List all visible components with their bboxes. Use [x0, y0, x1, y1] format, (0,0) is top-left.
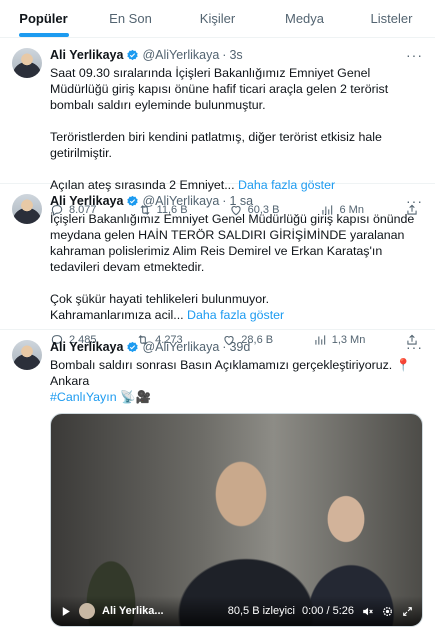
tweet-text-body: Saat 09.30 sıralarında İçişleri Bakanlığ…: [50, 66, 389, 192]
avatar[interactable]: [12, 194, 42, 224]
more-options-icon[interactable]: ···: [406, 193, 423, 209]
tab-popular[interactable]: Popüler: [0, 0, 87, 37]
author-handle[interactable]: @AliYerlikaya: [142, 340, 219, 354]
video-time: 0:00 / 5:26: [302, 605, 354, 617]
tweet[interactable]: Ali Yerlikaya @AliYerlikaya · 3s ··· Saa…: [0, 38, 435, 216]
author-handle[interactable]: @AliYerlikaya: [142, 48, 219, 62]
separator-dot: ·: [222, 194, 227, 208]
video-controls: Ali Yerlika... 80,5 B izleyici 0:00 / 5:…: [51, 596, 422, 626]
author-handle[interactable]: @AliYerlikaya: [142, 194, 219, 208]
avatar[interactable]: [12, 48, 42, 78]
verified-badge-icon: [126, 341, 139, 354]
author-name[interactable]: Ali Yerlikaya: [50, 340, 123, 354]
timestamp[interactable]: 3s: [229, 48, 242, 62]
video-author-name[interactable]: Ali Yerlika...: [102, 605, 164, 617]
tweet-text: İçişleri Bakanlığımız Emniyet Genel Müdü…: [50, 211, 423, 323]
settings-gear-icon[interactable]: [381, 605, 394, 618]
tab-label: Listeler: [370, 11, 413, 26]
tab-label: Medya: [284, 11, 325, 26]
tweet-text-body: İçişleri Bakanlığımız Emniyet Genel Müdü…: [50, 212, 415, 322]
author-name[interactable]: Ali Yerlikaya: [50, 194, 123, 208]
tweet-text: Bombalı saldırı sonrası Basın Açıklamamı…: [50, 357, 423, 405]
tweet-text: Saat 09.30 sıralarında İçişleri Bakanlığ…: [50, 65, 423, 193]
tab-latest[interactable]: En Son: [87, 0, 174, 37]
video-viewer-count: 80,5 B izleyici: [227, 605, 295, 617]
timestamp[interactable]: 39d: [229, 340, 250, 354]
show-more-link[interactable]: Daha fazla göster: [187, 308, 284, 322]
video-player[interactable]: Ali Yerlika... 80,5 B izleyici 0:00 / 5:…: [50, 413, 423, 627]
verified-badge-icon: [126, 195, 139, 208]
separator-dot: ·: [222, 340, 227, 354]
tab-label: Kişiler: [199, 11, 236, 26]
emoji-text: 📡🎥: [116, 390, 151, 404]
tweet[interactable]: Ali Yerlikaya @AliYerlikaya · 39d ··· Bo…: [0, 330, 435, 644]
separator-dot: ·: [222, 48, 227, 62]
tab-label: Popüler: [19, 11, 68, 26]
tweet-text-body: Bombalı saldırı sonrası Basın Açıklamamı…: [50, 358, 412, 388]
expand-icon[interactable]: [401, 605, 414, 618]
more-options-icon[interactable]: ···: [406, 47, 423, 63]
tab-label: En Son: [109, 11, 152, 26]
timestamp[interactable]: 1 sa: [229, 194, 253, 208]
play-icon[interactable]: [59, 605, 72, 618]
mute-icon[interactable]: [361, 605, 374, 618]
tweet[interactable]: Ali Yerlikaya @AliYerlikaya · 1 sa ··· İ…: [0, 184, 435, 346]
tab-lists[interactable]: Listeler: [348, 0, 435, 37]
tab-people[interactable]: Kişiler: [174, 0, 261, 37]
more-options-icon[interactable]: ···: [406, 339, 423, 355]
avatar[interactable]: [12, 340, 42, 370]
tab-media[interactable]: Medya: [261, 0, 348, 37]
hashtag-link[interactable]: #CanlıYayın: [50, 390, 117, 404]
author-name[interactable]: Ali Yerlikaya: [50, 48, 123, 62]
timeline-tabs: Popüler En Son Kişiler Medya Listeler: [0, 0, 435, 38]
verified-badge-icon: [126, 49, 139, 62]
video-author-avatar: [79, 603, 95, 619]
tab-active-indicator: [18, 33, 69, 37]
